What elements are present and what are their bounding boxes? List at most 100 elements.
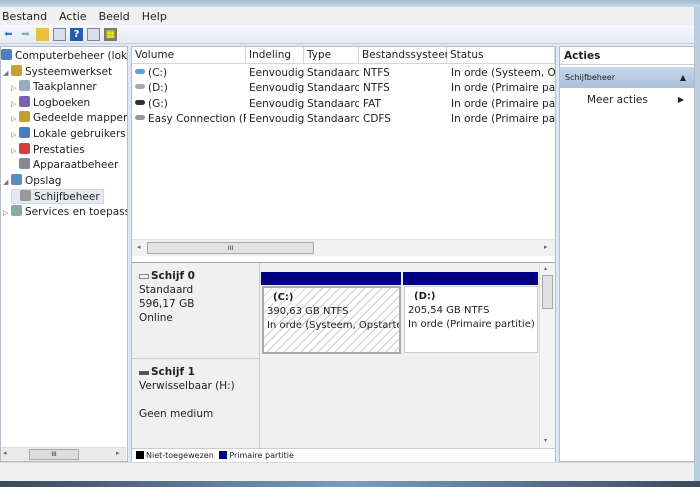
expander-icon[interactable]: ▷ <box>11 128 19 143</box>
tree-item-label: Logboeken <box>33 96 91 109</box>
partition-c[interactable]: (C:) 390,63 GB NTFS In orde (Systeem, Op… <box>262 286 401 354</box>
expander-icon[interactable]: ▷ <box>11 112 19 127</box>
hard-disk-icon <box>139 274 149 279</box>
legend-swatch-primary <box>219 451 228 459</box>
tree-item[interactable]: Computerbeheer (lokaal) <box>1 49 127 64</box>
table-cell: In orde (Primaire partitie) <box>451 81 555 96</box>
tree-item-label: Opslag <box>25 174 62 187</box>
cell-text: Eenvoudig <box>249 67 304 79</box>
expander-icon[interactable]: ◢ <box>3 175 11 190</box>
menu-actie[interactable]: Actie <box>57 10 91 23</box>
expander-icon[interactable]: ▷ <box>11 81 19 96</box>
cell-text: Easy Connection (F:) <box>148 112 246 125</box>
volume-horizontal-scrollbar[interactable]: ◂ III ▸ <box>132 239 555 256</box>
navigation-tree: Computerbeheer (lokaal) ◢ Systeemwerkset ▷ T… <box>0 46 128 462</box>
table-cell: (C:) <box>135 66 246 81</box>
partition-size: 390,63 GB NTFS <box>267 306 349 317</box>
disk-0-label[interactable]: Schijf 0 Standaard 596,17 GB Online <box>132 263 260 359</box>
tree-item[interactable]: ▷ Lokale gebruikers en groepen <box>11 127 127 143</box>
tree-item-label: Lokale gebruikers en groepen <box>33 128 127 140</box>
show-hide-actions-icon[interactable] <box>87 27 100 41</box>
table-cell: (D:) <box>135 81 246 96</box>
more-actions-item[interactable]: Meer acties ▶ <box>560 91 694 109</box>
cell-text: In orde (Primaire partitie) <box>451 97 555 110</box>
users-icon <box>19 127 30 138</box>
disk-state: Geen medium <box>139 408 214 420</box>
tools-icon <box>11 64 22 76</box>
back-icon[interactable]: ⬅ <box>2 28 15 41</box>
tree-item[interactable]: ▷ Logboeken <box>11 95 91 112</box>
tree-item[interactable]: ▷ Services en toepassingen <box>3 205 127 221</box>
cell-text: Eenvoudig <box>249 112 304 125</box>
volume-icon <box>135 69 145 74</box>
legend: Niet-toegewezen Primaire partitie <box>132 448 555 462</box>
scroll-thumb[interactable] <box>542 275 553 309</box>
disk-vertical-scrollbar[interactable]: ▴ ▾ <box>539 263 555 449</box>
expander-icon[interactable]: ▷ <box>11 97 19 112</box>
cell-text: NTFS <box>363 82 390 95</box>
disk-graphical-view: Schijf 0 Standaard 596,17 GB Online (C:)… <box>132 262 555 449</box>
show-hide-tree-icon[interactable] <box>53 27 66 41</box>
forward-icon[interactable]: ➡ <box>19 28 32 41</box>
tree-item-label: Prestaties <box>33 143 85 156</box>
log-icon <box>19 95 30 107</box>
table-cell: Eenvoudig <box>249 97 304 112</box>
title-bar <box>0 0 700 7</box>
properties-icon[interactable]: ▦ <box>104 27 117 41</box>
actions-title: Acties <box>560 47 694 65</box>
expander-icon[interactable]: ▷ <box>11 144 19 159</box>
cell-text: Eenvoudig <box>249 82 304 95</box>
help-icon[interactable]: ? <box>70 27 83 41</box>
cell-text: Eenvoudig <box>249 97 304 110</box>
disk-type: Standaard <box>139 284 194 296</box>
table-cell: Standaard <box>307 112 359 127</box>
tree-item[interactable]: ▷ Gedeelde mappen <box>11 111 128 127</box>
actions-section-schijfbeheer[interactable]: Schijfbeheer ▲ <box>560 67 694 88</box>
table-cell: Standaard <box>307 66 359 81</box>
expander-icon[interactable]: ◢ <box>3 66 11 81</box>
cell-text: In orde (Primaire partitie) <box>451 82 555 95</box>
disk-1-label[interactable]: Schijf 1 Verwisselbaar (H:) Geen medium <box>132 359 260 449</box>
expander-icon[interactable]: ▷ <box>3 206 11 221</box>
up-folder-icon[interactable] <box>36 27 49 41</box>
removable-disk-icon <box>139 371 149 375</box>
column-status[interactable]: Status <box>447 47 555 64</box>
table-cell: Eenvoudig <box>249 66 304 81</box>
menu-bestand[interactable]: Bestand <box>0 10 51 23</box>
table-cell: Standaard <box>307 97 359 112</box>
tree-horizontal-scrollbar[interactable]: ◂ III ▸ <box>1 447 126 461</box>
column-bestandssysteem[interactable]: Bestandssysteem <box>359 47 455 64</box>
tree-item-label: Apparaatbeheer <box>33 159 119 172</box>
scroll-thumb[interactable]: III <box>29 449 79 460</box>
clock-icon <box>19 80 30 92</box>
tree-item-label: Schijfbeheer <box>34 191 100 204</box>
partition-d-bar <box>403 272 538 285</box>
status-bar <box>0 462 694 481</box>
more-actions-label: Meer acties <box>587 94 648 106</box>
partition-name: (D:) <box>414 291 436 302</box>
scroll-thumb[interactable]: III <box>147 242 314 254</box>
column-volume[interactable]: Volume <box>132 47 246 64</box>
table-cell: In orde (Primaire partitie) <box>451 112 555 127</box>
column-type[interactable]: Type <box>304 47 359 64</box>
tree-item[interactable]: ◢ Opslag <box>3 173 62 190</box>
tree-item[interactable]: ◢ Systeemwerkset <box>3 64 112 81</box>
column-indeling[interactable]: Indeling <box>246 47 304 64</box>
menu-beeld[interactable]: Beeld <box>97 10 134 23</box>
menu-help[interactable]: Help <box>140 10 171 23</box>
tree-item[interactable]: Apparaatbeheer <box>11 158 118 173</box>
collapse-icon[interactable]: ▲ <box>680 67 686 88</box>
storage-icon <box>11 173 22 185</box>
menu-bar: Bestand Actie Beeld Help <box>0 7 694 25</box>
tree-item-label: Gedeelde mappen <box>33 112 128 125</box>
partition-status: In orde (Systeem, Opstarten) <box>267 320 401 331</box>
device-manager-icon <box>19 158 30 170</box>
tree-item[interactable]: Schijfbeheer <box>11 189 104 205</box>
tree-item[interactable]: ▷ Taakplanner <box>11 80 97 95</box>
tree-item[interactable]: ▷ Prestaties <box>11 142 85 159</box>
disk-management-icon <box>20 190 31 202</box>
cell-text: NTFS <box>363 67 390 79</box>
partition-d[interactable]: (D:) 205,54 GB NTFS In orde (Primaire pa… <box>404 286 538 353</box>
cell-text: (D:) <box>148 82 168 95</box>
services-icon <box>11 205 22 216</box>
